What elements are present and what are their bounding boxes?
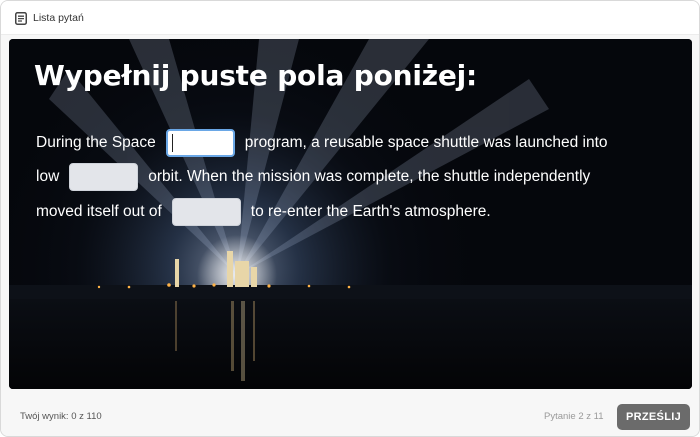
submit-button[interactable]: PRZEŚLIJ — [617, 404, 690, 430]
list-icon — [15, 11, 27, 25]
text-segment: During the Space — [36, 134, 156, 151]
sentence-line-3: moved itself out of to re-enter the Eart… — [36, 198, 491, 226]
question-list-label: Lista pytań — [33, 12, 84, 24]
quiz-window: Lista pytań Wypełnij puste pola poniżej:… — [0, 0, 700, 437]
footer-bar: Twój wynik: 0 z 110 Pytanie 2 z 11 PRZEŚ… — [1, 395, 699, 436]
question-counter: Pytanie 2 z 11 — [544, 411, 604, 422]
text-segment: low — [36, 168, 60, 185]
question-list-button[interactable]: Lista pytań — [15, 9, 84, 27]
question-heading: Wypełnij puste pola poniżej: — [34, 59, 478, 92]
blank-input-1[interactable] — [165, 129, 235, 157]
text-cursor — [171, 134, 174, 152]
text-segment: to re-enter the Earth's atmosphere. — [250, 203, 491, 220]
sentence-line-1: During the Space program, a reusable spa… — [36, 129, 608, 157]
blank-input-3[interactable] — [171, 198, 241, 226]
text-segment: orbit. When the mission was complete, th… — [148, 168, 591, 185]
question-stage: Wypełnij puste pola poniżej: During the … — [9, 39, 692, 389]
blank-input-2[interactable] — [69, 163, 139, 191]
top-bar: Lista pytań — [1, 1, 699, 35]
text-segment: program, a reusable space shuttle was la… — [244, 134, 608, 151]
sentence-line-2: low orbit. When the mission was complete… — [36, 163, 590, 191]
text-segment: moved itself out of — [36, 203, 162, 220]
score-text: Twój wynik: 0 z 110 — [20, 411, 102, 422]
